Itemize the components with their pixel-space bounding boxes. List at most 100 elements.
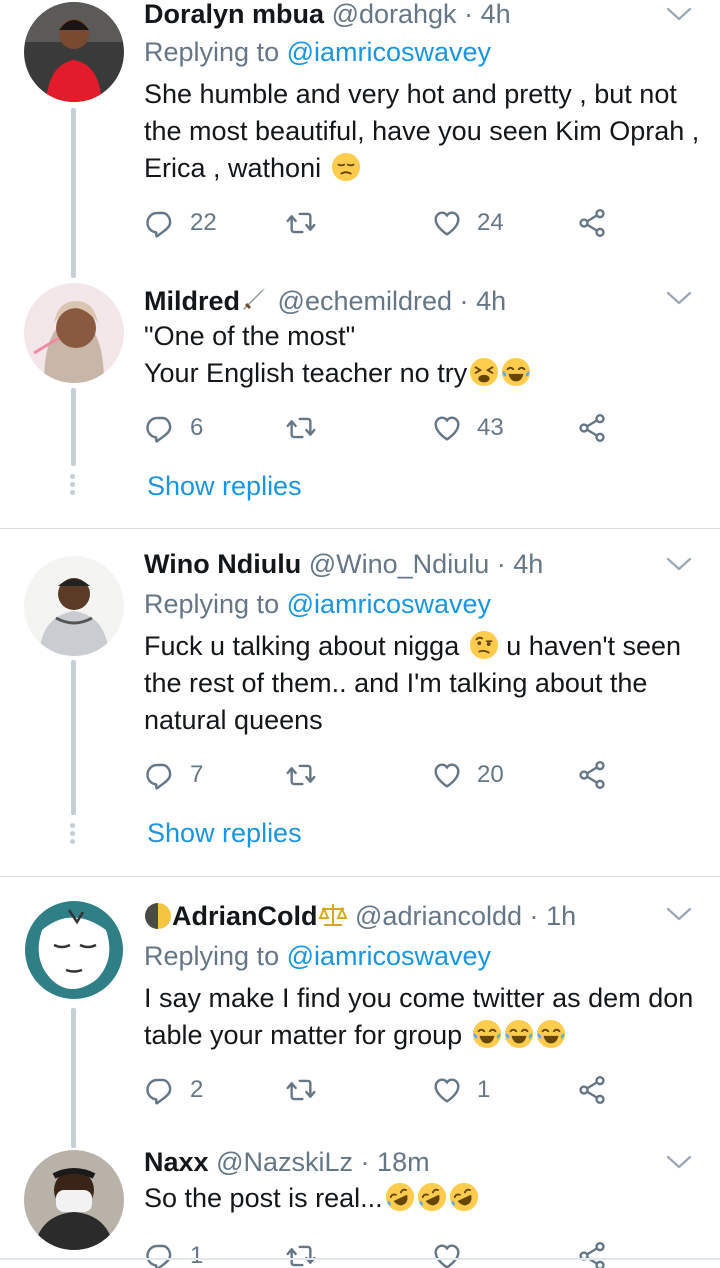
bottom-bar-edge [0, 1258, 720, 1260]
reply-count: 6 [190, 414, 204, 441]
replying-label: Replying to [144, 589, 280, 619]
chevron-down-icon[interactable] [666, 1154, 692, 1170]
tweet-doralyn[interactable]: Doralyn mbua @dorahgk · 4h Replying to @… [0, 0, 720, 278]
timestamp[interactable]: 1h [546, 901, 576, 931]
tweet-text-line: Your English teacher no try [144, 358, 468, 388]
tweet-actions: 22 24 [144, 203, 644, 243]
like-button[interactable]: 43 [431, 408, 504, 448]
dagger-emoji-icon [243, 288, 266, 310]
like-button[interactable] [431, 1236, 463, 1268]
tweet-wino[interactable]: Wino Ndiulu @Wino_Ndiulu · 4h Replying t… [0, 530, 720, 876]
replying-to: Replying to @iamricoswavey [144, 588, 491, 620]
tweet-actions: 7 20 [144, 755, 644, 795]
separator: · [459, 286, 469, 316]
separator: · [529, 901, 539, 931]
timestamp[interactable]: 4h [476, 286, 506, 316]
tweet-text-content: So the post is real... [144, 1183, 383, 1213]
separator: · [464, 0, 474, 29]
display-name[interactable]: Naxx [144, 1147, 209, 1177]
divider [0, 528, 720, 529]
retweet-icon [285, 759, 317, 791]
display-name[interactable]: Doralyn mbua [144, 0, 324, 29]
share-icon [576, 1240, 608, 1268]
retweet-icon [285, 207, 317, 239]
heart-icon [431, 759, 463, 791]
replying-to: Replying to @iamricoswavey [144, 940, 491, 972]
username[interactable]: @adriancoldd [355, 901, 522, 931]
chevron-down-icon[interactable] [666, 290, 692, 306]
avatar[interactable] [24, 1150, 124, 1250]
tweet-mildred[interactable]: Mildred @echemildred · 4h "One of the mo… [0, 270, 720, 530]
avatar[interactable] [24, 556, 124, 656]
share-icon [576, 207, 608, 239]
like-button[interactable]: 1 [431, 1070, 490, 1110]
thread-line [71, 108, 76, 278]
reply-icon [144, 412, 176, 444]
chevron-down-icon[interactable] [666, 906, 692, 922]
tears-of-joy-emoji-icon [536, 1019, 566, 1049]
share-button[interactable] [576, 1236, 608, 1268]
tweet-actions: 2 1 [144, 1070, 644, 1110]
reply-button[interactable]: 6 [144, 408, 203, 448]
share-button[interactable] [576, 203, 608, 243]
scales-emoji-icon [317, 904, 348, 926]
tweet-header: Mildred @echemildred · 4h [144, 284, 506, 317]
username[interactable]: @NazskiLz [216, 1147, 353, 1177]
username[interactable]: @Wino_Ndiulu [309, 549, 489, 579]
raised-eyebrow-emoji-icon [469, 630, 499, 660]
chevron-down-icon[interactable] [666, 6, 692, 22]
tweet-text: I say make I find you come twitter as de… [144, 980, 704, 1054]
rofl-emoji-icon [417, 1182, 447, 1212]
like-button[interactable]: 24 [431, 203, 504, 243]
tweet-adriancold[interactable]: AdrianCold @adriancoldd · 1h Replying to… [0, 878, 720, 1148]
mention-link[interactable]: @iamricoswavey [287, 941, 491, 971]
display-name[interactable]: Mildred [144, 286, 240, 316]
reply-icon [144, 759, 176, 791]
tweet-header: Doralyn mbua @dorahgk · 4h [144, 0, 511, 30]
retweet-button[interactable] [285, 203, 317, 243]
like-button[interactable]: 20 [431, 755, 504, 795]
tweet-text-line: "One of the most" [144, 321, 356, 351]
timestamp[interactable]: 18m [377, 1147, 430, 1177]
reply-button[interactable]: 22 [144, 203, 217, 243]
retweet-button[interactable] [285, 1236, 317, 1268]
thread-line [71, 1008, 76, 1148]
avatar[interactable] [24, 900, 124, 1000]
avatar[interactable] [24, 283, 124, 383]
rofl-emoji-icon [449, 1182, 479, 1212]
show-replies-link[interactable]: Show replies [147, 471, 302, 502]
reply-icon [144, 1240, 176, 1268]
share-button[interactable] [576, 1070, 608, 1110]
tweet-header: Naxx @NazskiLz · 18m [144, 1146, 430, 1178]
thread-line [71, 388, 76, 466]
username[interactable]: @echemildred [278, 286, 453, 316]
mention-link[interactable]: @iamricoswavey [287, 589, 491, 619]
share-icon [576, 412, 608, 444]
tweet-actions: 6 43 [144, 408, 644, 448]
reply-button[interactable]: 7 [144, 755, 203, 795]
mention-link[interactable]: @iamricoswavey [287, 37, 491, 67]
replying-to: Replying to @iamricoswavey [144, 36, 491, 68]
show-replies-link[interactable]: Show replies [147, 818, 302, 849]
retweet-button[interactable] [285, 1070, 317, 1110]
chevron-down-icon[interactable] [666, 556, 692, 572]
avatar[interactable] [24, 2, 124, 102]
heart-icon [431, 412, 463, 444]
share-button[interactable] [576, 408, 608, 448]
display-name[interactable]: Wino Ndiulu [144, 549, 301, 579]
replying-label: Replying to [144, 37, 280, 67]
timestamp[interactable]: 4h [481, 0, 511, 29]
retweet-button[interactable] [285, 755, 317, 795]
tweet-naxx[interactable]: Naxx @NazskiLz · 18m So the post is real… [0, 1140, 720, 1268]
reply-button[interactable]: 1 [144, 1236, 203, 1268]
divider [0, 876, 720, 877]
username[interactable]: @dorahgk [332, 0, 457, 29]
tweet-text: So the post is real... [144, 1180, 704, 1217]
share-button[interactable] [576, 755, 608, 795]
display-name[interactable]: AdrianCold [172, 901, 318, 931]
share-icon [576, 759, 608, 791]
reply-button[interactable]: 2 [144, 1070, 203, 1110]
tears-of-joy-emoji-icon [501, 357, 531, 387]
retweet-button[interactable] [285, 408, 317, 448]
timestamp[interactable]: 4h [513, 549, 543, 579]
